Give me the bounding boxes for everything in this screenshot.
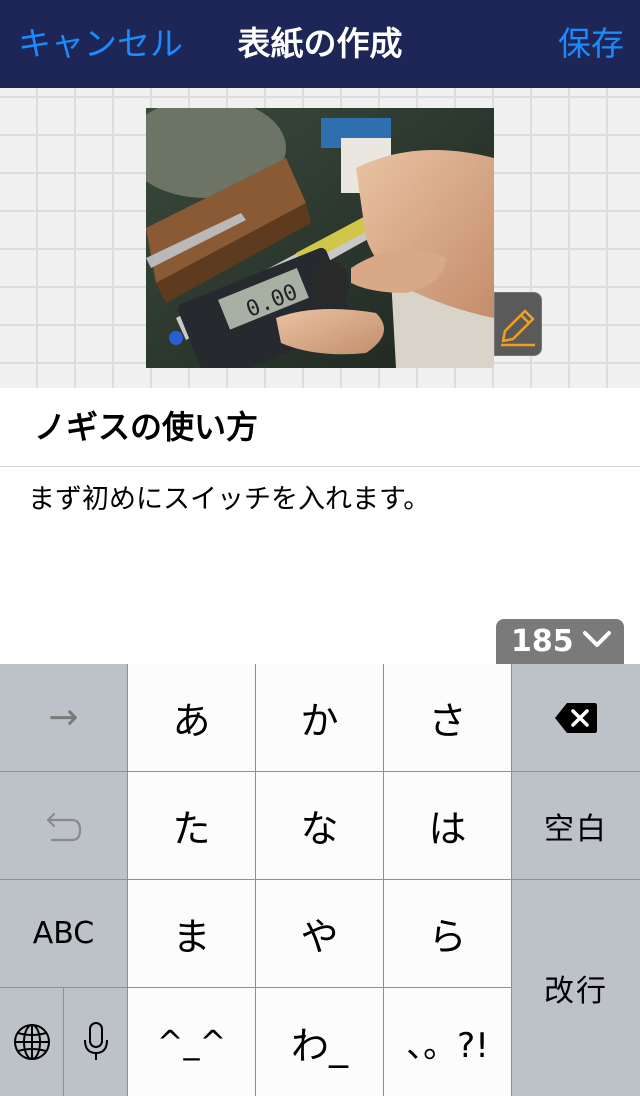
key-punctuation[interactable]: 、。?! <box>384 988 511 1096</box>
key-punctuation-label: 、。?! <box>406 1025 489 1066</box>
page-title: 表紙の作成 <box>237 24 403 63</box>
cover-title-field[interactable]: ノギスの使い方 <box>0 388 640 467</box>
cover-preview: 0.00 <box>0 88 640 388</box>
key-a[interactable]: あ <box>128 664 255 771</box>
key-na[interactable]: な <box>256 772 383 879</box>
key-return[interactable]: 改行 <box>512 880 640 1096</box>
key-ta[interactable]: た <box>128 772 255 879</box>
key-space[interactable]: 空白 <box>512 772 640 879</box>
key-sa[interactable]: さ <box>384 664 511 771</box>
globe-icon <box>13 1024 50 1060</box>
pencil-icon <box>501 309 535 347</box>
navigation-bar: キャンセル 表紙の作成 保存 <box>0 0 640 88</box>
key-microphone[interactable] <box>64 988 127 1096</box>
key-ra[interactable]: ら <box>384 880 511 987</box>
caliper-photo-image: 0.00 <box>146 108 494 368</box>
key-wa-label: わ_ <box>290 1023 348 1068</box>
key-ka[interactable]: か <box>256 664 383 771</box>
chevron-down-icon <box>582 629 612 655</box>
counter-value: 185 <box>511 624 574 659</box>
key-emoticon-label: ^_^ <box>156 1023 227 1061</box>
right-arrow-icon: → <box>48 697 79 738</box>
key-emoticon[interactable]: ^_^ <box>128 988 255 1096</box>
japanese-kana-keyboard: → あ か さ た な は 空白 ABC ま や ら 改行 ^_^ わ_ 、。?… <box>0 664 640 1096</box>
key-ka-label: か <box>300 699 339 743</box>
key-next-arrow[interactable]: → <box>0 664 127 771</box>
key-space-label: 空白 <box>544 811 608 847</box>
microphone-icon <box>83 1022 108 1060</box>
key-ta-label: た <box>172 807 211 851</box>
key-globe[interactable] <box>0 988 63 1096</box>
cover-title-text: ノギスの使い方 <box>34 408 259 446</box>
key-ya[interactable]: や <box>256 880 383 987</box>
cover-photo[interactable]: 0.00 <box>146 108 494 368</box>
key-ma[interactable]: ま <box>128 880 255 987</box>
key-ya-label: や <box>300 915 339 959</box>
key-backspace[interactable] <box>512 664 640 771</box>
key-na-label: な <box>300 807 339 851</box>
edit-cover-button[interactable] <box>494 292 542 356</box>
key-sa-label: さ <box>428 699 467 743</box>
key-return-label: 改行 <box>544 974 608 1009</box>
backspace-icon <box>555 702 597 733</box>
character-counter[interactable]: 185 <box>496 619 624 664</box>
undo-icon <box>46 812 81 841</box>
key-wa[interactable]: わ_ <box>256 988 383 1096</box>
key-a-label: あ <box>172 699 211 743</box>
save-button[interactable]: 保存 <box>558 22 624 66</box>
cover-body-text[interactable]: まず初めにスイッチを入れます。 <box>28 482 430 518</box>
key-abc[interactable]: ABC <box>0 880 127 987</box>
key-ha-label: は <box>428 807 467 851</box>
key-ra-label: ら <box>428 915 467 959</box>
key-undo[interactable] <box>0 772 127 879</box>
key-abc-label: ABC <box>32 916 95 951</box>
key-ha[interactable]: は <box>384 772 511 879</box>
key-ma-label: ま <box>172 915 211 959</box>
